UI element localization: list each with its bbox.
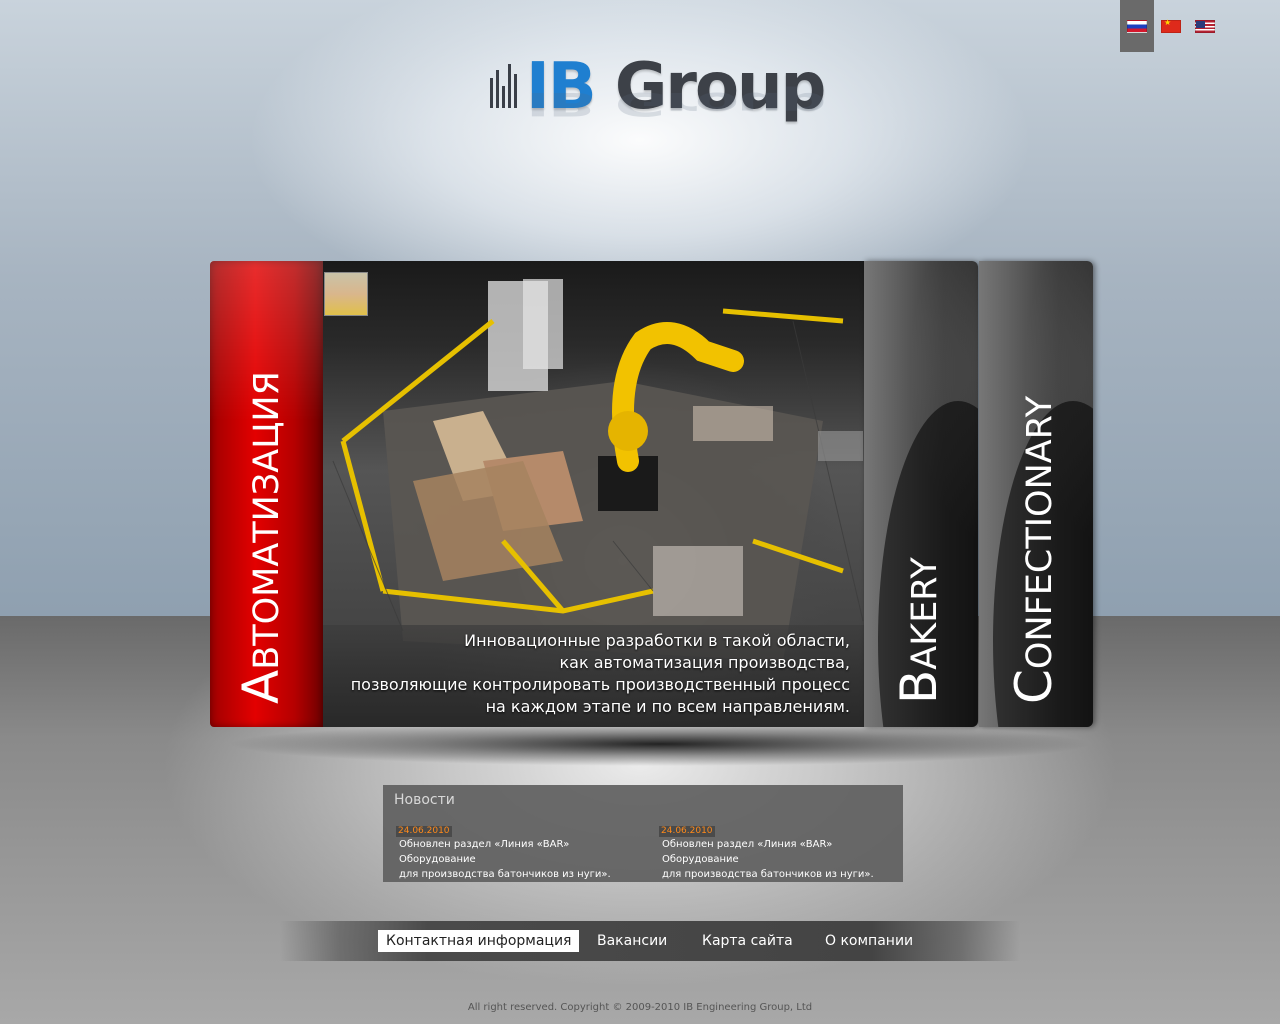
news-item[interactable]: 24.06.2010 Обновлен раздел «Линия «BAR» …	[396, 818, 636, 882]
logo-bars-icon	[490, 64, 526, 108]
lang-cn[interactable]	[1154, 0, 1188, 52]
nav-about-link[interactable]: О компании	[817, 930, 921, 952]
news-panel: Новости 24.06.2010 Обновлен раздел «Лини…	[383, 785, 903, 882]
slide-caption-line-4: на каждом этапе и по всем направлениям.	[485, 697, 850, 716]
news-text-line-1: Обновлен раздел «Линия «BAR» Оборудовани…	[399, 839, 570, 865]
nav-contacts-link[interactable]: Контактная информация	[378, 930, 580, 952]
tab-automation-label: Автоматизация	[232, 371, 290, 704]
news-text-line-1: Обновлен раздел «Линия «BAR» Оборудовани…	[662, 839, 833, 865]
news-date: 24.06.2010	[659, 826, 715, 837]
slide-caption-line-2: как автоматизация производства,	[559, 653, 851, 672]
copyright-text: All right reserved. Copyright © 2009-201…	[467, 1002, 813, 1013]
news-text-line-2: для производства батончиков из нуги».	[399, 869, 611, 880]
footer-nav: Контактная информация Вакансии Карта сай…	[0, 930, 1280, 952]
lang-us[interactable]	[1188, 0, 1222, 52]
slide-caption-line-3: позволяющие контролировать производствен…	[350, 675, 850, 694]
usa-flag-icon	[1195, 19, 1215, 33]
slide-thumbnail-worker[interactable]	[324, 272, 368, 316]
language-switcher	[1120, 0, 1222, 52]
news-item[interactable]: 24.06.2010 Обновлен раздел «Линия «BAR» …	[659, 818, 899, 882]
slider-shadow	[230, 722, 1090, 772]
news-title: Новости	[394, 792, 455, 808]
lang-ru[interactable]	[1120, 0, 1154, 52]
russia-flag-icon	[1127, 19, 1147, 33]
site-logo[interactable]: IB Group IB Group	[490, 50, 826, 160]
tab-confectionary-label: Confectionary	[1005, 395, 1063, 704]
news-date: 24.06.2010	[396, 826, 452, 837]
china-flag-icon	[1161, 18, 1181, 33]
nav-vacancies-link[interactable]: Вакансии	[589, 930, 675, 952]
slide-caption: Инновационные разработки в такой области…	[330, 630, 850, 718]
tab-bakery[interactable]: Bakery	[864, 261, 978, 727]
tab-confectionary[interactable]: Confectionary	[979, 261, 1093, 727]
logo-reflection: IB Group	[526, 85, 825, 122]
news-text-line-2: для производства батончиков из нуги».	[662, 869, 874, 880]
tab-bakery-label: Bakery	[890, 557, 948, 704]
slide-caption-line-1: Инновационные разработки в такой области…	[464, 631, 850, 650]
nav-sitemap-link[interactable]: Карта сайта	[694, 930, 801, 952]
